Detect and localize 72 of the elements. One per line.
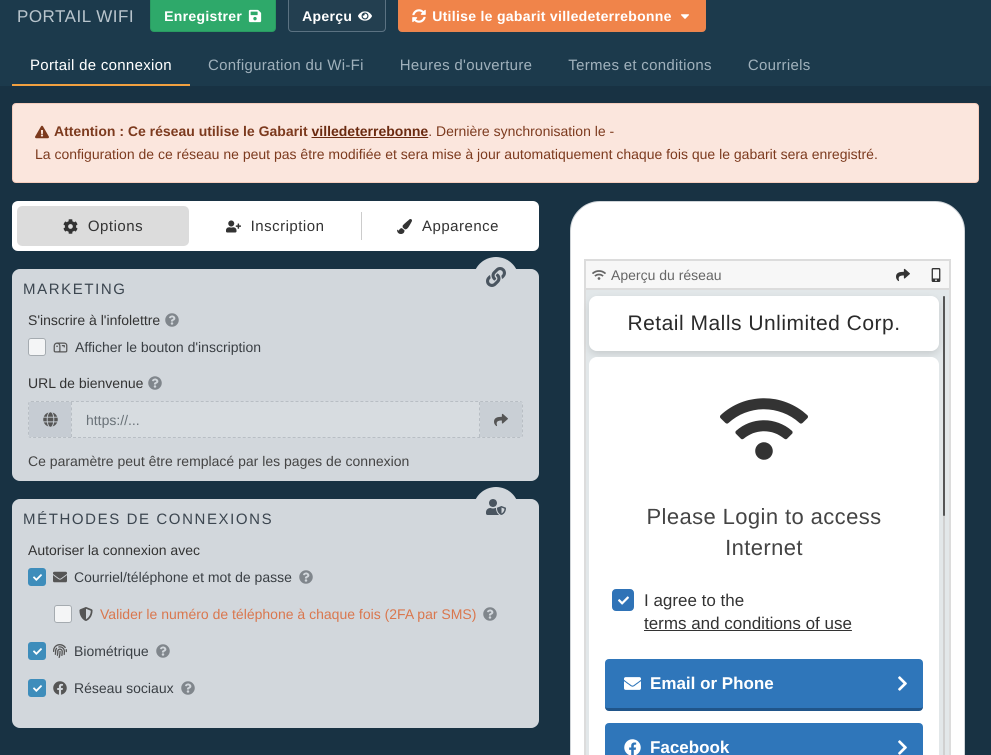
hint-text: Ce paramètre peut être remplacé par les pages de connexion	[28, 453, 410, 469]
envelope-icon	[624, 675, 641, 692]
facebook-login-button[interactable]: Facebook	[605, 723, 923, 755]
warning-icon	[35, 124, 49, 138]
help-icon[interactable]	[483, 607, 498, 621]
shield-icon	[79, 607, 93, 621]
tab[interactable]: Courriels	[730, 47, 829, 86]
segment-tab[interactable]: Apparence	[362, 206, 534, 246]
floppy-icon	[248, 8, 262, 22]
url-field[interactable]: https://...	[28, 401, 523, 438]
terms-link[interactable]: terms and conditions of use	[644, 612, 852, 635]
share-button[interactable]	[480, 402, 522, 437]
field-label: Autoriser la connexion avec	[28, 542, 200, 558]
phone-icon[interactable]	[929, 268, 943, 282]
help-icon[interactable]	[165, 313, 180, 327]
mailbox-icon	[53, 340, 68, 354]
preview-button[interactable]: Aperçu	[288, 0, 386, 32]
sync-icon	[412, 8, 426, 22]
brush-icon	[396, 218, 412, 234]
check-icon	[618, 594, 628, 606]
checkbox[interactable]	[28, 679, 46, 697]
segment-tab[interactable]: Inscription	[189, 206, 361, 246]
share-icon	[494, 412, 508, 426]
tab[interactable]: Heures d'ouverture	[382, 47, 550, 86]
checkbox[interactable]	[54, 605, 72, 623]
option-label: Biométrique	[74, 643, 149, 659]
field-label: S'inscrire à l'infolettre	[28, 312, 160, 328]
save-button[interactable]: Enregistrer	[150, 0, 276, 32]
check-icon	[32, 572, 42, 582]
help-icon[interactable]	[180, 681, 195, 695]
share-icon[interactable]	[896, 268, 910, 282]
option-label: Afficher le bouton d'inscription	[75, 339, 262, 355]
option-label: Valider le numéro de téléphone à chaque fois (2FA par SMS)	[100, 606, 476, 622]
brand-header: Retail Malls Unlimited Corp.	[589, 296, 939, 351]
help-icon[interactable]	[298, 570, 313, 584]
template-link[interactable]: villedeterrebonne	[312, 123, 428, 139]
facebook-icon	[624, 739, 641, 755]
scrollbar[interactable]	[943, 296, 945, 755]
check-icon	[32, 684, 42, 692]
check-icon	[32, 646, 42, 656]
alert-message: La configuration de ce réseau ne peut pas être modifiée et sera mise à jour automatiquement chaque fois que le gabarit sera enregistré.	[35, 146, 878, 162]
user-plus-icon	[226, 218, 241, 234]
link-icon	[486, 267, 506, 287]
tab[interactable]: Termes et conditions	[550, 47, 730, 86]
field-label: URL de bienvenue	[28, 375, 144, 391]
checkbox[interactable]	[28, 338, 46, 356]
login-heading: Please Login to access Internet	[645, 503, 883, 562]
help-icon[interactable]	[156, 644, 170, 658]
help-icon[interactable]	[148, 376, 162, 390]
section-title: MÉTHODES DE CONNEXIONS	[23, 511, 274, 528]
fingerprint-icon	[53, 644, 67, 658]
tab[interactable]: Portail de connexion	[12, 47, 190, 86]
section-title: MARKETING	[23, 281, 128, 298]
checkbox[interactable]	[28, 568, 46, 586]
segment-tab[interactable]: Options	[17, 206, 189, 246]
email-login-button[interactable]: Email or Phone	[605, 659, 923, 711]
facebook-icon	[53, 681, 67, 695]
agree-text: I agree to the terms and conditions of use	[644, 590, 853, 635]
checkbox[interactable]	[28, 642, 46, 660]
user-shield-icon	[486, 497, 506, 517]
tab[interactable]: Configuration du Wi-Fi	[190, 47, 382, 86]
page-title: PORTAIL WIFI	[17, 6, 134, 26]
option-label: Courriel/téléphone et mot de passe	[74, 569, 292, 585]
eye-icon	[358, 8, 372, 22]
option-label: Réseau sociaux	[74, 680, 174, 696]
email-icon	[53, 570, 67, 584]
gear-icon	[62, 218, 78, 234]
globe-icon	[42, 412, 58, 427]
checkbox[interactable]	[612, 589, 634, 611]
alert-text: Attention : Ce réseau utilise le Gabarit villedeterrebonne. Dernière synchronisation le -	[54, 122, 614, 141]
preview-title: Aperçu du réseau	[611, 266, 722, 282]
wifi-icon	[592, 268, 606, 282]
